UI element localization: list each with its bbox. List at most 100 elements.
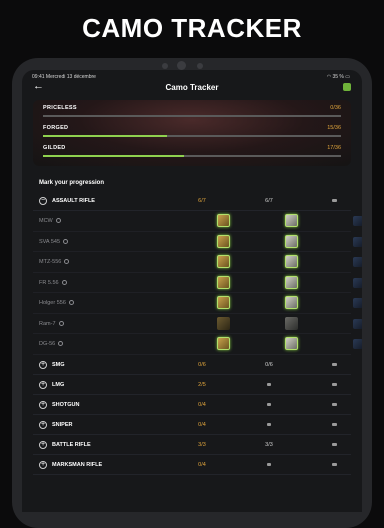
gold-camo-toggle[interactable] [217,275,230,289]
info-icon[interactable] [61,279,67,285]
category-label: LMG [52,381,65,388]
progress-card: PRICELESS 0/36 FORGED 15/36 GILDED 17/36 [33,100,351,166]
gold-count: 0/4 [198,461,206,468]
weapon-name: Holger 556 [39,300,66,306]
platinum-camo-toggle[interactable] [285,337,298,350]
priceless-camo-toggle[interactable] [353,236,362,247]
gold-camo-toggle[interactable] [217,337,230,350]
priceless-camo-toggle[interactable] [353,257,362,267]
expand-icon[interactable]: + [39,400,47,409]
info-icon[interactable] [58,320,64,326]
progress-label: PRICELESS [43,105,77,111]
category-row[interactable]: + SHOTGUN 0/4 [33,395,351,415]
lock-icon [267,422,271,426]
expand-icon[interactable]: + [39,420,47,429]
info-icon[interactable] [58,341,64,346]
platinum-camo-toggle[interactable] [285,275,298,289]
category-label: ASSAULT RIFLE [52,198,95,204]
info-icon[interactable] [55,218,61,223]
nav-bar: ← Camo Tracker [22,79,362,97]
progress-track [43,115,341,117]
info-icon[interactable] [64,259,70,264]
weapon-row: MTZ-556 [33,252,362,273]
expand-icon[interactable]: + [39,360,47,369]
progress-value: 0/36 [330,105,341,111]
gold-count: 2/5 [198,381,206,388]
lock-icon [332,442,337,446]
app-screen: 09:41 Mercredi 13 décembre ◠ 35 % ▭ ← Ca… [22,70,362,512]
collapse-icon[interactable]: − [39,197,47,205]
category-row[interactable]: + SMG 0/6 0/6 [33,355,351,375]
camera-lens-icon [177,61,186,70]
category-row[interactable]: + MARKSMAN RIFLE 0/4 [33,455,351,475]
weapon-row: FR 5.56 [33,273,362,293]
expand-icon[interactable]: + [39,440,47,449]
category-row-assault-rifle[interactable]: − ASSAULT RIFLE 6/7 6/7 [33,191,351,211]
progress-value: 17/36 [327,145,341,151]
weapon-name: MTZ-556 [39,259,62,265]
progress-label: FORGED [43,125,69,131]
platinum-count: 0/6 [265,361,273,368]
lock-icon [332,199,337,202]
info-icon[interactable] [63,238,68,244]
gold-count: 0/4 [198,421,206,428]
platinum-camo-toggle[interactable] [285,214,298,227]
progress-fill [43,135,168,137]
priceless-camo-toggle[interactable] [353,318,362,329]
gold-count: 3/3 [198,441,206,448]
gold-camo-toggle[interactable] [217,234,230,248]
weapon-name: MCW [39,218,53,224]
section-title: Mark your progression [39,180,105,186]
gold-camo-toggle[interactable] [217,255,230,268]
lock-icon [267,462,271,466]
info-icon[interactable] [68,300,74,305]
weapon-rows: MCW SVA 545 MTZ-556 FR 5.56 Holger 556 Ram-7 D… [33,211,362,355]
weapon-name: DG-56 [39,341,56,347]
category-label: SMG [52,361,65,368]
gold-camo-toggle[interactable] [217,296,230,309]
priceless-camo-toggle[interactable] [353,216,362,226]
priceless-camo-toggle[interactable] [353,298,362,308]
expand-icon[interactable]: + [39,460,47,469]
platinum-camo-toggle[interactable] [285,255,298,268]
collapsed-categories: + SMG 0/6 0/6 + LMG 2/5 + SHOTGUN 0/4 + SNIPER 0/4 + B… [33,355,351,475]
progress-fill [43,155,184,157]
gold-count: 6/7 [198,198,206,204]
weapon-row: Ram-7 [33,314,362,334]
weapon-name: FR 5.56 [39,279,59,286]
page-title: Camo Tracker [165,83,219,92]
progress-track [43,155,341,157]
category-label: MARKSMAN RIFLE [52,461,103,468]
headline: CAMO TRACKER [82,13,302,43]
weapon-name: SVA 545 [39,238,60,245]
lock-icon [267,402,271,406]
gold-camo-toggle[interactable] [217,214,230,227]
platinum-camo-toggle[interactable] [285,316,298,330]
platinum-camo-toggle[interactable] [285,296,298,309]
platinum-camo-toggle[interactable] [285,234,298,248]
lock-icon [332,422,337,426]
progress-label: GILDED [43,145,66,151]
weapon-row: SVA 545 [33,232,362,252]
weapon-row: MCW [33,211,362,232]
expand-icon[interactable]: + [39,380,47,389]
weapon-row: Holger 556 [33,293,362,314]
lock-icon [267,382,271,386]
gear-icon[interactable] [343,83,351,91]
priceless-camo-toggle[interactable] [353,339,362,349]
category-row[interactable]: + LMG 2/5 [33,375,351,395]
gold-camo-toggle[interactable] [217,316,230,330]
sensor-dot-icon [197,63,203,69]
gold-count: 0/4 [198,401,206,408]
category-label: SHOTGUN [52,401,80,408]
platinum-count: 6/7 [265,198,273,204]
category-row[interactable]: + SNIPER 0/4 [33,415,351,435]
progress-value: 15/36 [327,125,341,131]
weapon-row: DG-56 [33,334,362,355]
category-row[interactable]: + BATTLE RIFLE 3/3 3/3 [33,435,351,455]
priceless-camo-toggle[interactable] [353,277,362,288]
lock-icon [332,362,337,366]
platinum-count: 3/3 [265,441,273,448]
progress-track [43,135,341,137]
gold-count: 0/6 [198,361,206,368]
